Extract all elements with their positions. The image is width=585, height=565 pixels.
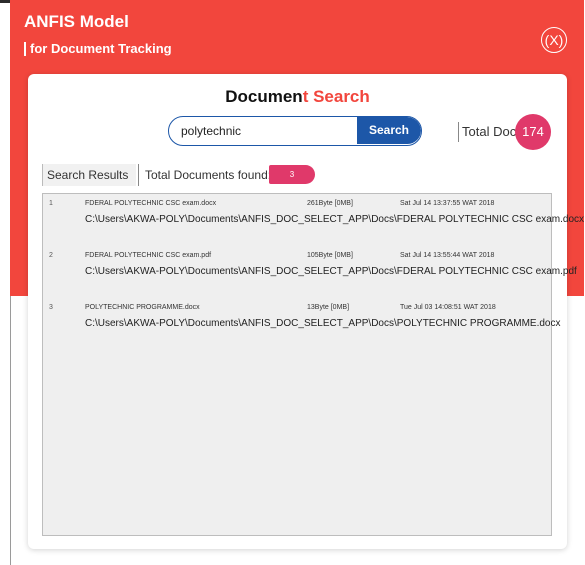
close-button[interactable]: (X) [541, 27, 567, 53]
result-file-name: POLYTECHNIC PROGRAMME.docx [85, 304, 200, 311]
result-index: 2 [49, 252, 53, 259]
tab-search-results[interactable]: Search Results [42, 164, 137, 186]
result-date: Sat Jul 14 13:55:44 WAT 2018 [400, 252, 495, 259]
result-file-size: 13Byte [0MB] [307, 304, 350, 311]
results-list[interactable]: 1 FDERAL POLYTECHNIC CSC exam.docx 261By… [42, 193, 584, 536]
list-item[interactable]: 3 POLYTECHNIC PROGRAMME.docx 13Byte [0MB… [43, 298, 560, 342]
close-icon: (X) [544, 32, 564, 48]
page-title-accent: t Search [302, 87, 370, 106]
result-file-size: 261Byte [0MB] [307, 200, 353, 207]
result-path: C:\Users\AKWA-POLY\Documents\ANFIS_DOC_S… [85, 266, 577, 277]
total-docs-label: Total Docs [458, 122, 523, 142]
documents-found-badge: 3 [269, 165, 315, 184]
result-index: 3 [49, 304, 53, 311]
search-button[interactable]: Search [357, 117, 421, 144]
documents-found-label: Total Documents found: [138, 164, 271, 186]
result-path: C:\Users\AKWA-POLY\Documents\ANFIS_DOC_S… [85, 214, 585, 225]
search-box: Search [168, 116, 422, 146]
search-input[interactable] [169, 117, 366, 144]
page-title: Document Search [28, 87, 567, 107]
page-title-main: Documen [225, 87, 303, 106]
result-date: Tue Jul 03 14:08:51 WAT 2018 [400, 304, 496, 311]
app-title: ANFIS Model [24, 12, 129, 31]
result-file-name: FDERAL POLYTECHNIC CSC exam.pdf [85, 252, 212, 259]
result-file-size: 105Byte [0MB] [307, 252, 353, 259]
search-card: Document Search Search Total Docs 174 Se… [28, 74, 584, 549]
result-date: Sat Jul 14 13:37:55 WAT 2018 [400, 200, 495, 207]
app-subtitle: for Document Tracking [24, 42, 172, 56]
result-path: C:\Users\AKWA-POLY\Documents\ANFIS_DOC_S… [85, 318, 561, 329]
list-item[interactable]: 1 FDERAL POLYTECHNIC CSC exam.docx 261By… [43, 194, 584, 238]
total-docs-count-badge: 174 [515, 114, 551, 150]
list-item[interactable]: 2 FDERAL POLYTECHNIC CSC exam.pdf 105Byt… [43, 246, 577, 290]
result-index: 1 [49, 200, 53, 207]
result-file-name: FDERAL POLYTECHNIC CSC exam.docx [85, 200, 217, 207]
